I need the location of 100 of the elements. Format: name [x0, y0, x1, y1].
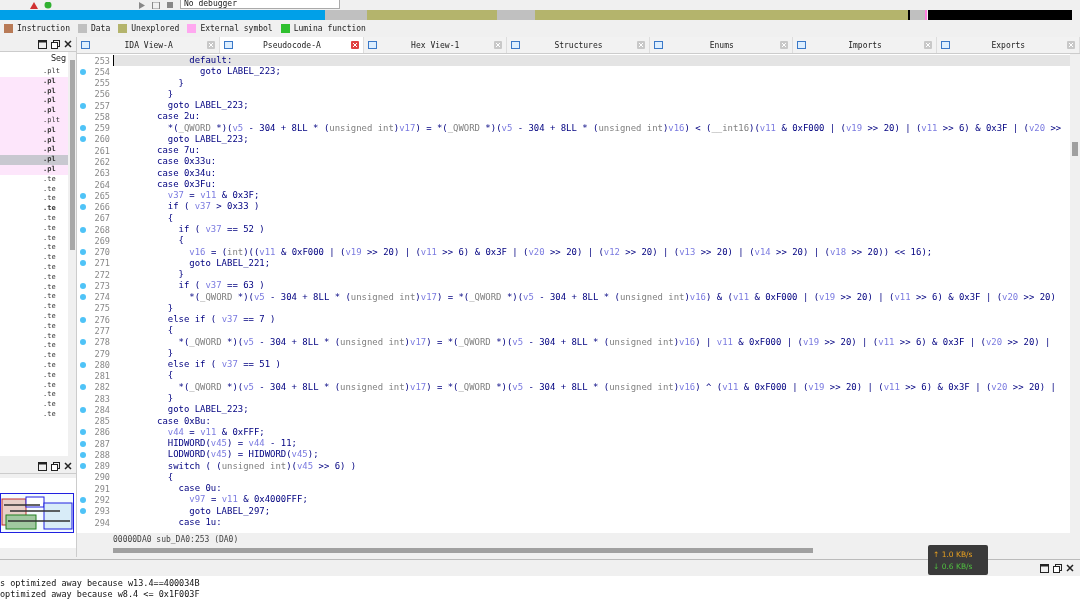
window-icon	[81, 41, 90, 49]
line-number: 254	[94, 66, 110, 77]
scrollbar[interactable]	[1070, 54, 1080, 533]
close-icon[interactable]	[64, 40, 72, 48]
line-number: 265	[94, 190, 110, 201]
restore-icon[interactable]	[51, 39, 60, 49]
line-number: 285	[94, 416, 110, 427]
maximize-icon[interactable]	[38, 39, 47, 49]
window-icon	[940, 41, 950, 49]
line-number: 290	[94, 472, 110, 483]
line-number: 259	[94, 123, 110, 134]
legend-label: Instruction	[17, 24, 70, 33]
code-line: HIDWORD(v45) = v44 - 11;	[166, 438, 298, 450]
tab[interactable]: Pseudocode-A	[220, 37, 364, 53]
line-number: 275	[94, 303, 110, 314]
legend-label: External symbol	[200, 24, 273, 33]
output-line: s optimized away because w13.4==400034B	[0, 578, 201, 589]
code-line: v97 = v11 & 0x4000FFF;	[188, 494, 309, 506]
line-number: 266	[94, 202, 110, 213]
close-icon[interactable]	[64, 462, 72, 470]
line-number: 280	[94, 359, 110, 370]
code-line: else if ( v37 == 51 )	[166, 359, 282, 371]
graph-overview-drawing[interactable]	[0, 493, 74, 533]
code-line: }	[166, 347, 175, 360]
code-line: v16 = (int)((v11 & 0xF000 | (v19 >> 20) | (v11 >> 6) & 0x3F | (v20 >> 20) | (v12 >> 20) | (v13 >> 20) | (v14 >> 20) | (v18 >> 20)) << 16);	[188, 246, 934, 258]
code-line: *(_QWORD *)(v5 - 304 + 8LL * (unsigned int)v17) = *(_QWORD *)(v5 - 304 + 8LL * (unsigned int)v16) < (__int16)(v11 & 0xF000 | (v19 >> 20) | (v11 >> 6) & 0x3F | (v20 >>	[166, 122, 1063, 134]
code-line: }	[177, 269, 185, 281]
line-number: 264	[94, 179, 110, 190]
line-number: 262	[94, 157, 110, 167]
code-line: }	[166, 302, 175, 315]
output-line: optimized away because w8.4 <= 0x1F003F	[0, 589, 201, 600]
window-icon	[654, 41, 664, 49]
line-number: 289	[94, 461, 110, 472]
scrollbar[interactable]	[68, 52, 76, 456]
maximize-icon[interactable]	[38, 461, 47, 471]
line-number: 278	[94, 337, 110, 348]
code-line: case 0x34u:	[156, 167, 218, 179]
restore-icon[interactable]	[1053, 563, 1062, 573]
close-icon[interactable]	[1066, 564, 1074, 572]
line-number: 253	[94, 55, 110, 66]
line-number: 288	[94, 449, 110, 460]
code-line: goto LABEL_221;	[188, 257, 272, 270]
line-number: 260	[94, 134, 110, 145]
code-line: case 0xBu:	[156, 415, 212, 427]
code-line: case 2u:	[156, 111, 202, 123]
column-header[interactable]: Seg	[0, 54, 68, 67]
line-number: 277	[94, 326, 110, 336]
code-line: switch ( (unsigned int)(v45 >> 6) )	[166, 460, 358, 472]
code-line: }	[177, 77, 185, 89]
line-number: 286	[94, 427, 110, 438]
line-number: 279	[94, 348, 110, 359]
stop-icon[interactable]	[166, 2, 174, 9]
line-number: 269	[94, 235, 110, 246]
line-number: 273	[94, 280, 110, 291]
line-number: 261	[94, 145, 110, 156]
code-line: *(_QWORD *)(v5 - 304 + 8LL * (unsigned int)v17) = *(_QWORD *)(v5 - 304 + 8LL * (unsigned int)v16) ^ (v11 & 0xF000 | (v19 >> 20) | (v11 >> 6) & 0x3F | (v20 >> 20) |	[177, 381, 1057, 393]
line-number: 272	[94, 269, 110, 280]
code-line: case 1u:	[177, 516, 223, 529]
line-number: 268	[94, 224, 110, 235]
code-line: else if ( v37 == 7 )	[166, 314, 277, 326]
code-line: v44 = v11 & 0xFFF;	[166, 426, 266, 439]
line-number: 293	[94, 506, 110, 517]
code-line: case 7u:	[156, 145, 202, 157]
line-number: 255	[94, 78, 110, 89]
line-number: 287	[94, 438, 110, 449]
code-line: {	[166, 325, 175, 337]
window-icon	[510, 41, 520, 49]
code-line: case 0x3Fu:	[156, 178, 218, 191]
code-line: {	[177, 235, 185, 247]
line-number: 256	[94, 89, 110, 100]
code-line: case 0x33u:	[156, 156, 218, 168]
line-number: 291	[94, 483, 110, 494]
code-line: {	[166, 212, 175, 224]
line-number: 294	[94, 517, 110, 528]
code-line: }	[166, 88, 175, 101]
line-number: 263	[94, 168, 110, 179]
line-number: 271	[94, 258, 110, 269]
code-line: if ( v37 > 0x33 )	[166, 201, 261, 213]
code-line: {	[166, 370, 175, 382]
line-number: 267	[94, 213, 110, 224]
window-icon	[797, 41, 807, 49]
line-number: 284	[94, 404, 110, 415]
line-number: 270	[94, 247, 110, 258]
restore-icon[interactable]	[51, 461, 60, 471]
code-line: LODWORD(v45) = HIDWORD(v45);	[166, 449, 320, 461]
legend-label: Data	[91, 24, 111, 33]
window-icon	[367, 41, 377, 49]
code-line: case 0u:	[177, 483, 223, 495]
code-line: *(_QWORD *)(v5 - 304 + 8LL * (unsigned int)v17) = *(_QWORD *)(v5 - 304 + 8LL * (unsigned int)v16) & (v11 & 0xF000 | (v19 >> 20) | (v11 >> 6) & 0x3F | (v20 >> 20)	[188, 291, 1057, 303]
code-line: *(_QWORD *)(v5 - 304 + 8LL * (unsigned int)v17) = *(_QWORD *)(v5 - 304 + 8LL * (unsigned int)v16) | v11 & 0xF000 | (v19 >> 20) | (v11 >> 6) & 0x3F | (v20 >> 20) |	[177, 336, 1052, 348]
code-line: goto LABEL_223;	[199, 66, 282, 78]
debugger-dropdown[interactable]: No debugger	[180, 0, 340, 9]
code-line: goto LABEL_223;	[166, 133, 250, 146]
code-line: goto LABEL_223;	[166, 100, 250, 112]
maximize-icon[interactable]	[1040, 563, 1049, 573]
line-number: 282	[94, 382, 110, 393]
line-number: 292	[94, 495, 110, 505]
line-number: 283	[94, 393, 110, 404]
code-line: if ( v37 == 52 )	[177, 224, 266, 236]
line-number: 281	[94, 371, 110, 382]
